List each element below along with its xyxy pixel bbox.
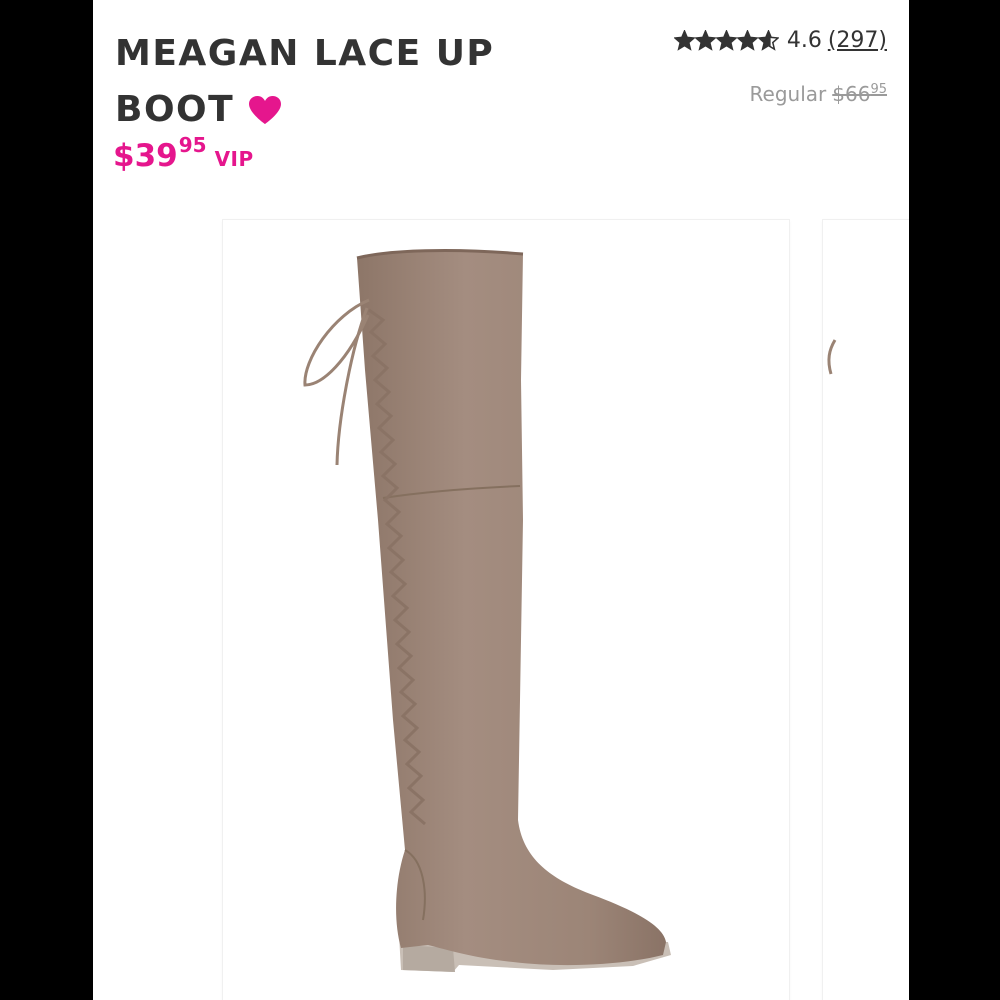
- vip-label: VIP: [214, 147, 254, 171]
- boot-image: [303, 249, 671, 972]
- vip-price-dollars: $39: [113, 138, 178, 174]
- vip-price-cents: 95: [178, 133, 207, 157]
- rating-stars: [673, 30, 779, 51]
- rating: 4.6 (297): [673, 28, 887, 53]
- star-icon: [736, 30, 758, 51]
- regular-price-dollars: $66: [832, 82, 871, 106]
- star-icon: [715, 30, 737, 51]
- next-product-image-card[interactable]: [823, 220, 909, 1000]
- product-title-text: MEAGAN LACE UP BOOT: [115, 33, 495, 130]
- rating-value: 4.6: [786, 28, 822, 53]
- heart-icon[interactable]: [248, 86, 282, 124]
- star-icon: [757, 30, 779, 51]
- star-icon: [694, 30, 716, 51]
- next-boot-image-partial: [827, 339, 837, 375]
- regular-price-old: $6695: [832, 82, 887, 106]
- product-image-card[interactable]: [223, 220, 789, 1000]
- product-title: MEAGAN LACE UP BOOT: [115, 26, 535, 138]
- product-page: MEAGAN LACE UP BOOT $3995VIP 4.6 (297) R…: [93, 0, 909, 1000]
- regular-price-cents: 95: [870, 82, 887, 97]
- vip-price: $3995 VIP: [113, 133, 254, 174]
- regular-price-label: Regular: [749, 82, 827, 106]
- star-icon: [673, 30, 695, 51]
- review-count-link[interactable]: (297): [828, 28, 887, 53]
- regular-price: Regular $6695: [750, 82, 887, 106]
